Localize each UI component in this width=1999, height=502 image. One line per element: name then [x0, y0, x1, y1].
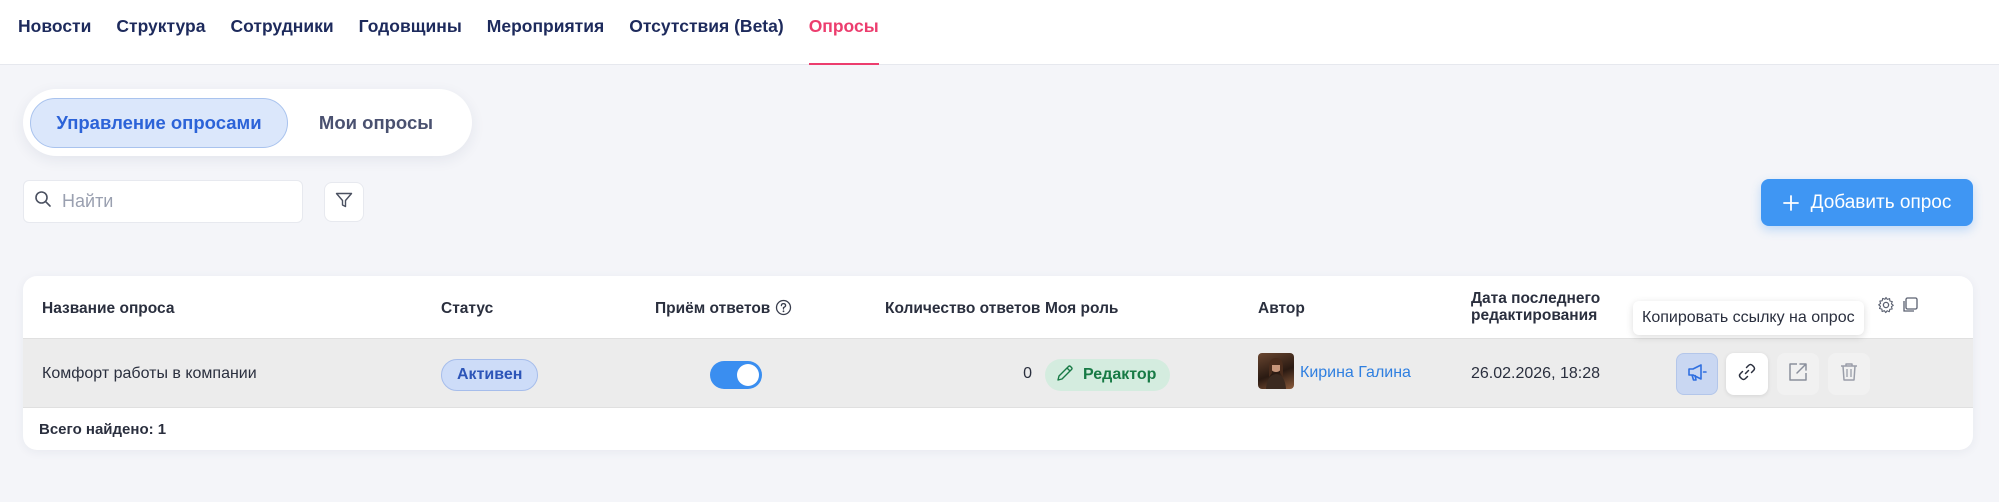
total-count: Всего найдено: 1 [39, 421, 167, 438]
column-header-date-line2: редактирования [1471, 307, 1598, 324]
column-header-date[interactable]: Дата последнего редактирования [1471, 290, 1600, 324]
nav-item-news[interactable]: Новости [18, 0, 91, 65]
column-header-accepting[interactable]: Приём ответов [655, 300, 770, 317]
copy-link-tooltip: Копировать ссылку на опрос [1633, 301, 1864, 335]
column-header-count[interactable]: Количество ответов [885, 300, 1040, 317]
toggle-knob [737, 364, 759, 386]
filter-button[interactable] [324, 182, 364, 222]
author-link[interactable]: Кирина Галина [1300, 364, 1411, 382]
table-row[interactable]: Комфорт работы в компании Активен 0 Реда… [23, 338, 1973, 408]
status-badge: Активен [441, 359, 539, 391]
help-circle-icon[interactable] [775, 299, 792, 321]
avatar [1258, 353, 1294, 389]
column-header-name[interactable]: Название опроса [42, 300, 174, 317]
add-survey-button[interactable]: Добавить опрос [1761, 179, 1973, 226]
role-badge: Редактор [1045, 359, 1171, 391]
publish-button[interactable] [1676, 353, 1718, 395]
external-link-icon [1787, 361, 1809, 388]
search-icon [34, 190, 52, 213]
filter-icon [334, 190, 354, 215]
last-edited-date: 26.02.2026, 18:28 [1471, 365, 1601, 382]
nav-item-absences[interactable]: Отсутствия (Beta) [629, 0, 783, 65]
nav-item-events[interactable]: Мероприятия [487, 0, 604, 65]
top-nav: Новости Структура Сотрудники Годовщины М… [0, 0, 1999, 65]
survey-name[interactable]: Комфорт работы в компании [42, 365, 257, 383]
search-input[interactable] [62, 191, 282, 212]
column-header-author[interactable]: Автор [1258, 300, 1305, 317]
open-survey-button[interactable] [1777, 353, 1819, 395]
plus-icon [1782, 194, 1799, 211]
add-survey-label: Добавить опрос [1810, 191, 1952, 213]
search-box [23, 180, 303, 223]
responses-count: 0 [1023, 365, 1032, 382]
accepting-responses-toggle[interactable] [710, 361, 762, 389]
role-label: Редактор [1083, 366, 1157, 383]
column-header-status[interactable]: Статус [441, 300, 493, 317]
tab-manage-surveys[interactable]: Управление опросами [30, 97, 288, 148]
survey-tabs: Управление опросами Мои опросы [23, 89, 472, 156]
column-header-date-line1: Дата последнего [1471, 290, 1601, 307]
copy-link-button[interactable] [1726, 353, 1768, 395]
trash-icon [1838, 361, 1860, 388]
megaphone-icon [1686, 361, 1708, 388]
copy-icon[interactable] [1901, 296, 1919, 319]
nav-item-structure[interactable]: Структура [116, 0, 205, 65]
nav-item-surveys[interactable]: Опросы [808, 0, 879, 65]
column-header-role[interactable]: Моя роль [1045, 300, 1118, 317]
link-icon [1737, 362, 1757, 387]
delete-survey-button[interactable] [1828, 353, 1870, 395]
nav-item-anniversaries[interactable]: Годовщины [359, 0, 462, 65]
gear-icon[interactable] [1877, 296, 1895, 319]
nav-item-employees[interactable]: Сотрудники [230, 0, 333, 65]
pencil-icon [1055, 363, 1083, 388]
tab-my-surveys[interactable]: Мои опросы [289, 98, 463, 148]
